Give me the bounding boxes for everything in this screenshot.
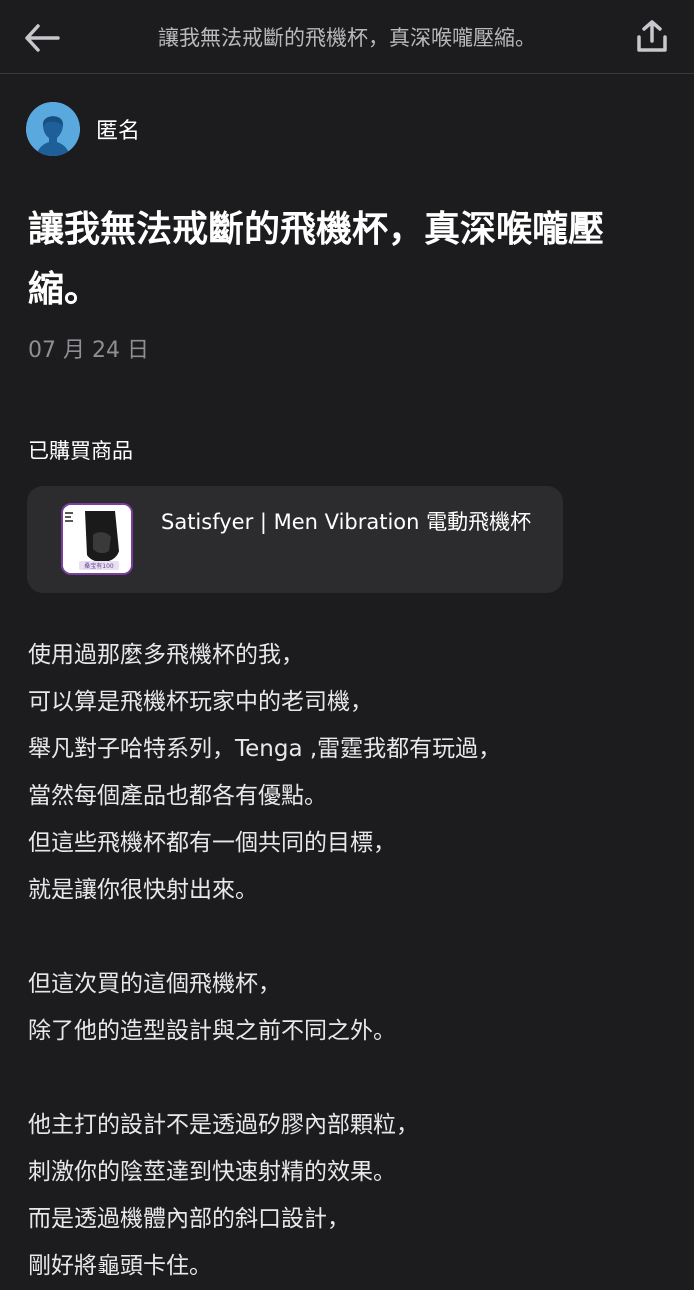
body-line: 但這次買的這個飛機杯， — [28, 971, 281, 997]
anonymous-avatar-icon[interactable] — [26, 102, 80, 156]
author-name[interactable]: 匿名 — [96, 113, 140, 145]
body-line: 除了他的造型設計與之前不同之外。 — [28, 1018, 396, 1044]
body-line: 舉凡對子哈特系列，Tenga ,雷霆我都有玩過， — [28, 736, 502, 762]
body-line: 可以算是飛機杯玩家中的老司機， — [28, 689, 373, 715]
arrow-left-icon — [25, 24, 60, 52]
post-date: 07 月 24 日 — [28, 338, 149, 363]
header-title: 讓我無法戒斷的飛機杯，真深喉嚨壓縮。 — [158, 26, 536, 50]
body-line: 使用過那麼多飛機杯的我， — [28, 642, 304, 668]
share-button[interactable] — [632, 16, 672, 56]
body-line: 但這些飛機杯都有一個共同的目標， — [28, 830, 396, 856]
post-body: 使用過那麼多飛機杯的我， 可以算是飛機杯玩家中的老司機， 舉凡對子哈特系列，Te… — [28, 632, 668, 1290]
body-line: 就是讓你很快射出來。 — [28, 877, 258, 903]
share-upload-icon — [637, 20, 667, 52]
product-thumbnail: 桑宝有100 — [61, 503, 133, 575]
body-line: 刺激你的陰莖達到快速射精的效果。 — [28, 1159, 396, 1185]
body-line: 剛好將龜頭卡住。 — [28, 1253, 212, 1279]
purchased-items-label: 已購買商品 — [28, 439, 133, 463]
back-button[interactable] — [20, 18, 64, 58]
product-name[interactable]: Satisfyer | Men Vibration 電動飛機杯 — [161, 506, 541, 539]
body-line: 而是透過機體內部的斜口設計， — [28, 1206, 350, 1232]
body-line: 他主打的設計不是透過矽膠內部顆粒， — [28, 1112, 419, 1138]
post-title: 讓我無法戒斷的飛機杯，真深喉嚨壓縮。 — [28, 209, 605, 310]
post-author: 匿名 — [26, 102, 140, 156]
thumb-badge: 桑宝有100 — [84, 562, 114, 570]
purchased-product-card[interactable]: 桑宝有100 Satisfyer | Men Vibration 電動飛機杯 — [27, 486, 563, 593]
top-app-bar: 讓我無法戒斷的飛機杯，真深喉嚨壓縮。 — [0, 0, 694, 74]
body-line: 當然每個產品也都各有優點。 — [28, 783, 327, 809]
